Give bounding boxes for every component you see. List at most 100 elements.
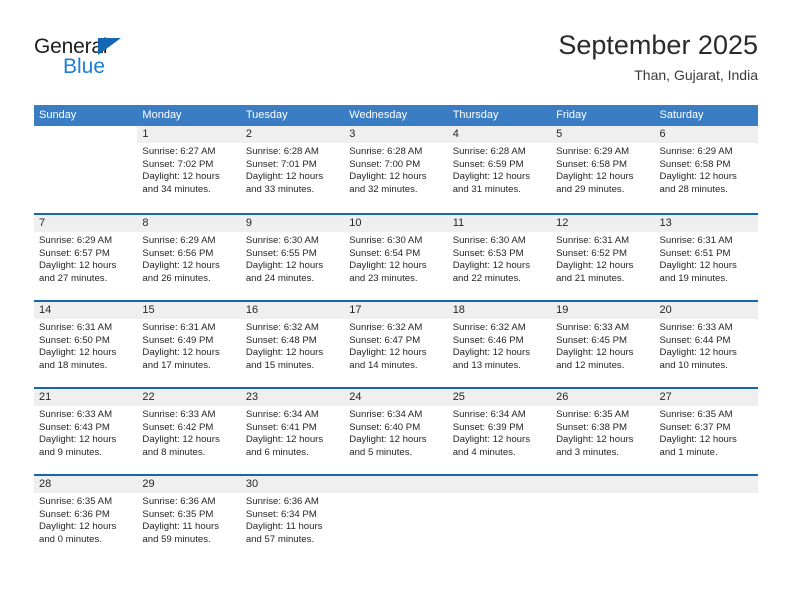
sunset-text: Sunset: 6:34 PM: [245, 508, 317, 520]
sunrise-text: Sunrise: 6:29 AM: [556, 146, 630, 157]
triangle-icon: [98, 38, 121, 55]
daylight-text: Daylight: 12 hours and 6 minutes.: [245, 434, 324, 458]
day-cell[interactable]: 16 Sunrise: 6:32 AM Sunset: 6:48 PM Dayligh…: [240, 302, 345, 387]
daylight-text: Daylight: 12 hours and 33 minutes.: [245, 171, 324, 195]
daylight-text: Daylight: 12 hours and 23 minutes.: [349, 260, 427, 284]
sunset-text: Sunset: 7:00 PM: [349, 158, 421, 170]
day-details: Sunrise: 6:33 AM Sunset: 6:42 PM Daylight:…: [137, 406, 240, 459]
daylight-text: Daylight: 12 hours and 27 minutes.: [39, 260, 117, 284]
day-details: Sunrise: 6:34 AM Sunset: 6:40 PM Daylight:…: [344, 406, 447, 459]
daylight-text: Daylight: 12 hours and 5 minutes.: [349, 434, 427, 458]
day-cell[interactable]: 4 Sunrise: 6:28 AM Sunset: 6:59 PM Daylight…: [447, 126, 552, 213]
day-details: Sunrise: 6:32 AM Sunset: 6:47 PM Daylight:…: [344, 319, 447, 372]
daylight-text: Daylight: 12 hours and 12 minutes.: [556, 347, 634, 371]
day-cell[interactable]: 19 Sunrise: 6:33 AM Sunset: 6:45 PM Dayligh…: [551, 302, 655, 387]
day-cell[interactable]: 17 Sunrise: 6:32 AM Sunset: 6:47 PM Dayligh…: [344, 302, 448, 387]
day-number: 19: [551, 302, 655, 319]
day-cell[interactable]: 3 Sunrise: 6:28 AM Sunset: 7:00 PM Daylight…: [344, 126, 448, 213]
day-cell[interactable]: 5 Sunrise: 6:29 AM Sunset: 6:58 PM Daylight…: [551, 126, 655, 213]
day-cell[interactable]: 27 Sunrise: 6:35 AM Sunset: 6:37 PM Dayligh…: [654, 389, 758, 474]
daylight-text: Daylight: 12 hours and 21 minutes.: [556, 260, 634, 284]
day-cell[interactable]: 8 Sunrise: 6:29 AM Sunset: 6:56 PM Daylight…: [137, 215, 241, 300]
day-details: Sunrise: 6:31 AM Sunset: 6:52 PM Daylight:…: [551, 232, 654, 285]
daylight-text: Daylight: 12 hours and 18 minutes.: [39, 347, 117, 371]
calendar-page: General Blue September 2025 Than, Gujara…: [0, 0, 792, 612]
sunset-text: Sunset: 6:45 PM: [556, 334, 628, 346]
day-cell[interactable]: 21 Sunrise: 6:33 AM Sunset: 6:43 PM Dayligh…: [34, 389, 138, 474]
day-cell[interactable]: 24 Sunrise: 6:34 AM Sunset: 6:40 PM Dayligh…: [344, 389, 448, 474]
calendar-week-row: 14 Sunrise: 6:31 AM Sunset: 6:50 PM Dayligh…: [34, 300, 758, 387]
weekday-header-friday: Friday: [556, 109, 587, 121]
day-cell[interactable]: 20 Sunrise: 6:33 AM Sunset: 6:44 PM Dayligh…: [654, 302, 758, 387]
day-cell[interactable]: 13 Sunrise: 6:31 AM Sunset: 6:51 PM Dayligh…: [654, 215, 758, 300]
day-cell[interactable]: 29 Sunrise: 6:36 AM Sunset: 6:35 PM Dayligh…: [137, 476, 241, 561]
day-cell[interactable]: 12 Sunrise: 6:31 AM Sunset: 6:52 PM Dayligh…: [551, 215, 655, 300]
day-number: 11: [447, 215, 552, 232]
day-details: Sunrise: 6:35 AM Sunset: 6:36 PM Daylight:…: [34, 493, 137, 546]
sunset-text: Sunset: 6:56 PM: [142, 247, 214, 259]
sunrise-text: Sunrise: 6:35 AM: [659, 409, 733, 420]
sunrise-text: Sunrise: 6:36 AM: [142, 496, 216, 507]
day-details: Sunrise: 6:33 AM Sunset: 6:44 PM Daylight:…: [655, 319, 758, 372]
sunset-text: Sunset: 6:53 PM: [452, 247, 524, 259]
sunrise-text: Sunrise: 6:35 AM: [556, 409, 630, 420]
calendar-week-row: 7 Sunrise: 6:29 AM Sunset: 6:57 PM Daylight…: [34, 213, 758, 300]
day-cell[interactable]: 15 Sunrise: 6:31 AM Sunset: 6:49 PM Dayligh…: [137, 302, 241, 387]
day-cell[interactable]: 30 Sunrise: 6:36 AM Sunset: 6:34 PM Dayligh…: [240, 476, 345, 561]
daylight-text: Daylight: 12 hours and 31 minutes.: [452, 171, 531, 195]
day-details: Sunrise: 6:28 AM Sunset: 7:00 PM Daylight:…: [344, 143, 447, 196]
day-cell[interactable]: 7 Sunrise: 6:29 AM Sunset: 6:57 PM Daylight…: [34, 215, 138, 300]
day-cell-empty: [551, 476, 655, 561]
day-cell[interactable]: 2 Sunrise: 6:28 AM Sunset: 7:01 PM Daylight…: [240, 126, 345, 213]
daylight-text: Daylight: 11 hours and 59 minutes.: [142, 521, 220, 545]
daylight-text: Daylight: 12 hours and 22 minutes.: [452, 260, 531, 284]
calendar-week-row: 1 Sunrise: 6:27 AM Sunset: 7:02 PM Daylight…: [34, 126, 758, 213]
day-cell[interactable]: 6 Sunrise: 6:29 AM Sunset: 6:58 PM Daylight…: [654, 126, 758, 213]
day-cell[interactable]: 10 Sunrise: 6:30 AM Sunset: 6:54 PM Dayligh…: [344, 215, 448, 300]
daylight-text: Daylight: 12 hours and 0 minutes.: [39, 521, 117, 545]
sunrise-text: Sunrise: 6:27 AM: [142, 146, 216, 157]
day-cell[interactable]: 23 Sunrise: 6:34 AM Sunset: 6:41 PM Dayligh…: [240, 389, 345, 474]
day-cell[interactable]: 1 Sunrise: 6:27 AM Sunset: 7:02 PM Daylight…: [137, 126, 241, 213]
sunrise-text: Sunrise: 6:30 AM: [349, 235, 423, 246]
day-number: 5: [551, 126, 655, 143]
sunrise-text: Sunrise: 6:29 AM: [659, 146, 733, 157]
sunset-text: Sunset: 6:58 PM: [556, 158, 628, 170]
day-cell-empty: [344, 476, 448, 561]
day-cell[interactable]: 25 Sunrise: 6:34 AM Sunset: 6:39 PM Dayligh…: [447, 389, 552, 474]
day-number: 12: [551, 215, 655, 232]
daylight-text: Daylight: 12 hours and 29 minutes.: [556, 171, 634, 195]
sunset-text: Sunset: 6:55 PM: [245, 247, 317, 259]
day-number: 15: [137, 302, 241, 319]
day-details: Sunrise: 6:31 AM Sunset: 6:50 PM Daylight:…: [34, 319, 137, 372]
daylight-text: Daylight: 12 hours and 4 minutes.: [452, 434, 531, 458]
day-cell[interactable]: 11 Sunrise: 6:30 AM Sunset: 6:53 PM Dayligh…: [447, 215, 552, 300]
day-cell[interactable]: 18 Sunrise: 6:32 AM Sunset: 6:46 PM Dayligh…: [447, 302, 552, 387]
sunset-text: Sunset: 6:37 PM: [659, 421, 731, 433]
day-cell[interactable]: 9 Sunrise: 6:30 AM Sunset: 6:55 PM Daylight…: [240, 215, 345, 300]
day-cell[interactable]: 14 Sunrise: 6:31 AM Sunset: 6:50 PM Dayligh…: [34, 302, 138, 387]
day-cell[interactable]: 26 Sunrise: 6:35 AM Sunset: 6:38 PM Dayligh…: [551, 389, 655, 474]
day-number: 2: [240, 126, 345, 143]
day-number: 6: [654, 126, 758, 143]
weekday-header-wednesday: Wednesday: [349, 109, 408, 121]
day-number: 1: [137, 126, 241, 143]
day-cell-empty: [654, 476, 758, 561]
general-blue-logo[interactable]: General Blue: [34, 36, 164, 84]
day-number: 16: [240, 302, 345, 319]
page-subtitle: Than, Gujarat, India: [634, 67, 758, 83]
daylight-text: Daylight: 12 hours and 28 minutes.: [659, 171, 737, 195]
sunrise-text: Sunrise: 6:34 AM: [349, 409, 423, 420]
day-cell[interactable]: 28 Sunrise: 6:35 AM Sunset: 6:36 PM Dayligh…: [34, 476, 138, 561]
daylight-text: Daylight: 12 hours and 1 minute.: [659, 434, 737, 458]
sunset-text: Sunset: 6:51 PM: [659, 247, 731, 259]
day-number: 22: [137, 389, 241, 406]
sunset-text: Sunset: 6:50 PM: [39, 334, 110, 346]
day-cell[interactable]: 22 Sunrise: 6:33 AM Sunset: 6:42 PM Dayligh…: [137, 389, 241, 474]
day-number: 4: [447, 126, 552, 143]
daylight-text: Daylight: 11 hours and 57 minutes.: [245, 521, 323, 545]
sunrise-text: Sunrise: 6:36 AM: [245, 496, 319, 507]
day-details: Sunrise: 6:31 AM Sunset: 6:49 PM Daylight:…: [137, 319, 240, 372]
day-number: 26: [551, 389, 655, 406]
day-details: Sunrise: 6:32 AM Sunset: 6:48 PM Daylight:…: [241, 319, 344, 372]
